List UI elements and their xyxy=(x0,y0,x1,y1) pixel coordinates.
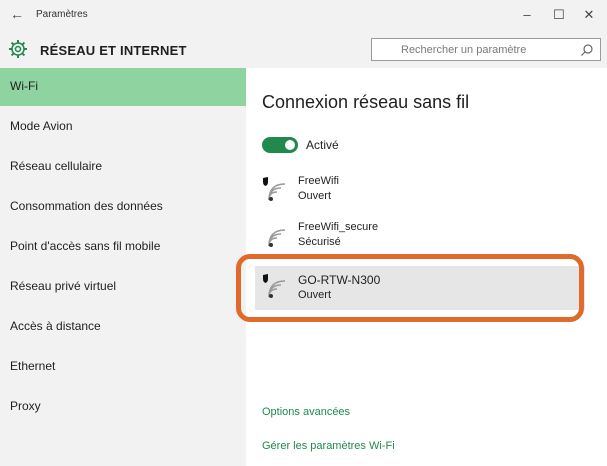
manage-wifi-settings-link[interactable]: Gérer les paramètres Wi-Fi xyxy=(262,440,395,452)
minimize-button[interactable]: – xyxy=(516,6,538,24)
sidebar-item-label: Consommation des données xyxy=(10,199,163,213)
sidebar-item-ethernet[interactable]: Ethernet xyxy=(0,348,246,386)
sidebar: Wi-Fi Mode Avion Réseau cellulaire Conso… xyxy=(0,68,246,466)
section-title: Connexion réseau sans fil xyxy=(262,92,470,112)
sidebar-item-label: Wi-Fi xyxy=(10,79,38,93)
sidebar-item-proxy[interactable]: Proxy xyxy=(0,388,246,426)
sidebar-item-mode-avion[interactable]: Mode Avion xyxy=(0,108,246,146)
wifi-toggle[interactable] xyxy=(262,137,298,153)
sidebar-item-label: Accès à distance xyxy=(10,319,101,333)
sidebar-item-label: Réseau cellulaire xyxy=(10,159,103,173)
toggle-label: Activé xyxy=(306,138,339,152)
network-item[interactable]: FreeWifi_secure Sécurisé xyxy=(255,218,585,256)
close-button[interactable]: ✕ xyxy=(578,6,600,24)
advanced-options-link[interactable]: Options avancées xyxy=(262,406,350,418)
sidebar-item-reseau-cellulaire[interactable]: Réseau cellulaire xyxy=(0,148,246,186)
back-arrow-icon[interactable]: ← xyxy=(10,6,30,22)
sidebar-item-wifi[interactable]: Wi-Fi xyxy=(0,68,246,106)
sidebar-item-consommation[interactable]: Consommation des données xyxy=(0,188,246,226)
gear-icon xyxy=(9,40,27,58)
sidebar-item-label: Proxy xyxy=(10,399,41,413)
page-header: RÉSEAU ET INTERNET Rechercher un paramèt… xyxy=(0,32,607,68)
search-icon[interactable] xyxy=(580,43,594,57)
page-title: RÉSEAU ET INTERNET xyxy=(40,43,187,58)
search-placeholder: Rechercher un paramètre xyxy=(401,44,527,56)
sidebar-item-label: Réseau privé virtuel xyxy=(10,279,117,293)
maximize-button[interactable]: ☐ xyxy=(548,6,570,24)
sidebar-item-label: Point d'accès sans fil mobile xyxy=(10,239,161,253)
sidebar-item-acces-distance[interactable]: Accès à distance xyxy=(0,308,246,346)
network-name: FreeWifi_secure xyxy=(298,221,379,233)
sidebar-item-vpn[interactable]: Réseau privé virtuel xyxy=(0,268,246,306)
highlight-annotation xyxy=(236,254,584,322)
sidebar-item-label: Mode Avion xyxy=(10,119,73,133)
toggle-knob xyxy=(285,140,295,150)
network-status: Sécurisé xyxy=(298,236,341,248)
wifi-secure-icon xyxy=(268,229,286,247)
wifi-open-icon xyxy=(263,177,286,201)
network-item[interactable]: FreeWifi Ouvert xyxy=(255,172,585,210)
sidebar-item-label: Ethernet xyxy=(10,359,56,373)
window-title: Paramètres xyxy=(36,9,88,20)
network-status: Ouvert xyxy=(298,190,332,202)
search-input[interactable]: Rechercher un paramètre xyxy=(371,38,601,61)
sidebar-item-point-acces[interactable]: Point d'accès sans fil mobile xyxy=(0,228,246,266)
network-name: FreeWifi xyxy=(298,175,339,187)
title-bar: ← Paramètres – ☐ ✕ xyxy=(0,0,607,32)
